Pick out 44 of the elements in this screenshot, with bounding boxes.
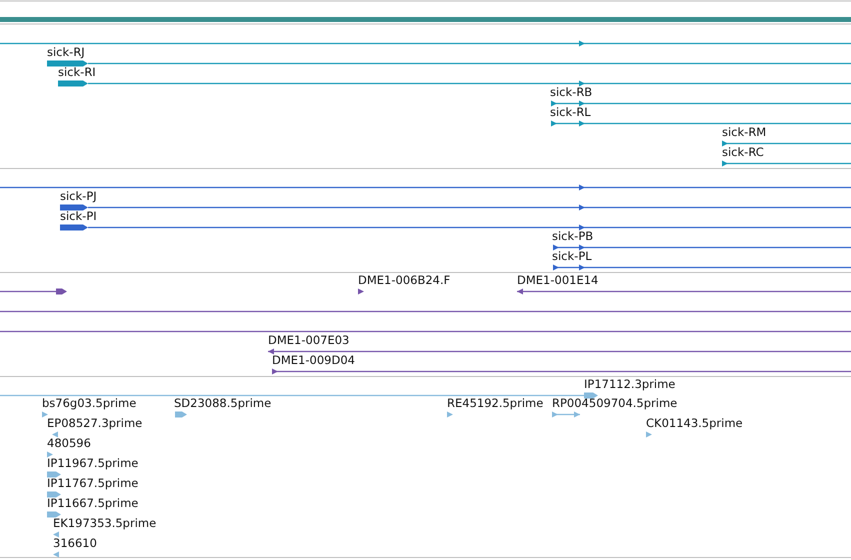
feature-label: SD23088.5prime [174,396,272,410]
feature-label: IP11767.5prime [47,476,138,490]
feature-label: sick-RJ [47,45,85,59]
feature-label: DME1-006B24.F [358,273,450,287]
feature-label: RP004509704.5prime [552,396,678,410]
feature-label: sick-PL [552,249,592,263]
gene-feature[interactable] [268,348,851,354]
gene-feature[interactable] [358,288,364,294]
feature-label: sick-PJ [60,189,97,203]
feature-label: DME1-007E03 [268,333,350,347]
gene-feature[interactable] [722,160,851,166]
gene-feature[interactable] [60,204,851,210]
feature-label: sick-RC [722,145,764,159]
gene-feature[interactable] [58,80,851,86]
feature-label: sick-RI [58,65,96,79]
feature-label: EP08527.3prime [47,416,142,430]
feature-label: 480596 [47,436,91,450]
feature-label: IP11667.5prime [47,496,138,510]
feature-label: IP11967.5prime [47,456,138,470]
gene-feature[interactable] [0,184,851,190]
feature-label: DME1-001E14 [517,273,598,287]
gene-feature[interactable] [60,224,851,230]
gene-feature[interactable] [551,100,851,106]
feature-label: EK197353.5prime [53,516,156,530]
gene-feature[interactable] [551,120,851,126]
feature-label: sick-PI [60,209,97,223]
gene-feature[interactable] [553,244,851,250]
feature-label: DME1-009D04 [272,353,355,367]
gene-feature[interactable] [47,60,851,66]
feature-label: IP17112.3prime [584,377,676,391]
feature-label: sick-RB [550,85,592,99]
feature-label: CK01143.5prime [646,416,743,430]
gene-feature[interactable] [553,264,851,270]
feature-label: 316610 [53,536,97,550]
feature-label: RE45192.5prime [447,396,544,410]
feature-label: sick-RM [722,125,766,139]
gene-feature[interactable] [272,368,851,374]
gene-feature[interactable] [0,40,851,46]
gene-feature[interactable] [722,140,851,146]
gene-feature[interactable] [0,288,67,294]
gene-feature[interactable] [517,288,851,294]
feature-label: sick-PB [552,229,594,243]
feature-label: bs76g03.5prime [42,396,136,410]
feature-label: sick-RL [550,105,591,119]
